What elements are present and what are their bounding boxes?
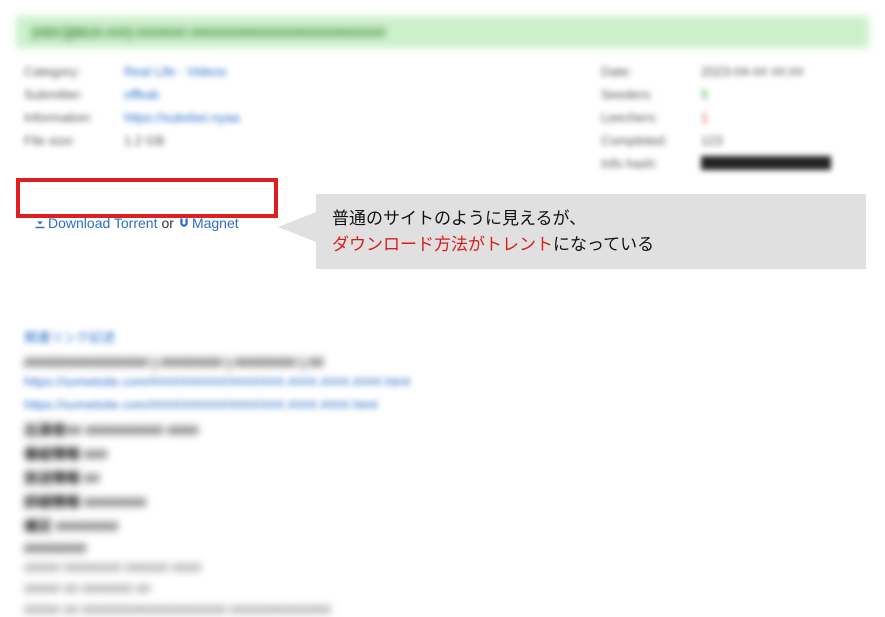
details-section: Category: Real Life - Videos Submitter: … (0, 64, 885, 179)
annotation-line1: 普通のサイトのように見えるが、 (332, 206, 850, 232)
magnet-link[interactable]: Magnet (178, 215, 239, 231)
content-line: 詳細情報 ######## (24, 492, 861, 512)
annotation-highlight: ダウンロード方法がトレント (332, 235, 553, 254)
download-torrent-link[interactable]: Download Torrent (34, 215, 157, 231)
detail-value[interactable]: offkab (124, 87, 159, 102)
content-line: ##### ## #################### ##########… (24, 602, 861, 617)
banner-text: [HDC][MUX-###] ####### #################… (32, 25, 385, 40)
detail-value: 2023-04-## ##:## (701, 64, 804, 79)
content-url[interactable]: https://sometsite.com/####/######/####/#… (24, 397, 861, 412)
detail-row: File size: 1.2 GB (24, 133, 601, 148)
detail-label: Leechers: (601, 110, 701, 125)
detail-label: Information: (24, 110, 124, 125)
detail-label: Seeders: (601, 87, 701, 102)
detail-row: Category: Real Life - Videos (24, 64, 601, 79)
content-link[interactable]: 関連リンク記述 (24, 327, 861, 346)
content-line: 番組情報 ### (24, 444, 861, 464)
detail-label: Date: (601, 64, 701, 79)
content-line: 補足 ######## (24, 516, 861, 536)
detail-label: Completed: (601, 133, 701, 148)
detail-row: Completed: 123 (601, 133, 861, 148)
content-line: ##### ######## ###### #### (24, 560, 861, 575)
description-content: 関連リンク記述 ################ | ######## | ##… (0, 327, 885, 617)
detail-row: Submitter: offkab (24, 87, 601, 102)
detail-value[interactable]: https://sukebei.nyaa (124, 110, 240, 125)
detail-value[interactable]: Real Life - Videos (124, 64, 226, 79)
detail-label: File size: (24, 133, 124, 148)
seeders-value: 5 (701, 87, 708, 102)
content-url[interactable]: https://sometsite.com/####/######/####/#… (24, 374, 861, 389)
content-line: 放送情報 ## (24, 468, 861, 488)
detail-value: 123 (701, 133, 723, 148)
annotation-tail: になっている (553, 235, 654, 254)
detail-row: Seeders: 5 (601, 87, 861, 102)
detail-label: Submitter: (24, 87, 124, 102)
annotation-arrow (278, 212, 316, 242)
detail-value: 1.2 GB (124, 133, 164, 148)
content-line: 出演者## ########## #### (24, 420, 861, 440)
download-icon (34, 217, 46, 229)
download-torrent-label: Download Torrent (48, 215, 157, 231)
content-line: ##### ## ####### ## (24, 581, 861, 596)
magnet-label: Magnet (192, 215, 239, 231)
content-line: ################ | ######## | ######## |… (24, 354, 861, 370)
annotation-callout: 普通のサイトのように見えるが、 ダウンロード方法がトレントになっている (316, 194, 866, 269)
leechers-value: 1 (701, 110, 708, 125)
annotation-line2: ダウンロード方法がトレントになっている (332, 232, 850, 258)
content-line: ######## (24, 540, 861, 556)
detail-row: Information: https://sukebei.nyaa (24, 110, 601, 125)
infohash-box (701, 156, 831, 170)
detail-label: Category: (24, 64, 124, 79)
title-banner: [HDC][MUX-###] ####### #################… (16, 16, 869, 48)
detail-label: Info hash: (601, 156, 701, 171)
details-right-col: Date: 2023-04-## ##:## Seeders: 5 Leeche… (601, 64, 861, 179)
detail-row: Date: 2023-04-## ##:## (601, 64, 861, 79)
download-section: Download Torrent or Magnet (24, 209, 249, 237)
or-text: or (161, 215, 173, 231)
details-left-col: Category: Real Life - Videos Submitter: … (24, 64, 601, 179)
detail-row: Info hash: (601, 156, 861, 171)
magnet-icon (178, 217, 190, 229)
detail-row: Leechers: 1 (601, 110, 861, 125)
